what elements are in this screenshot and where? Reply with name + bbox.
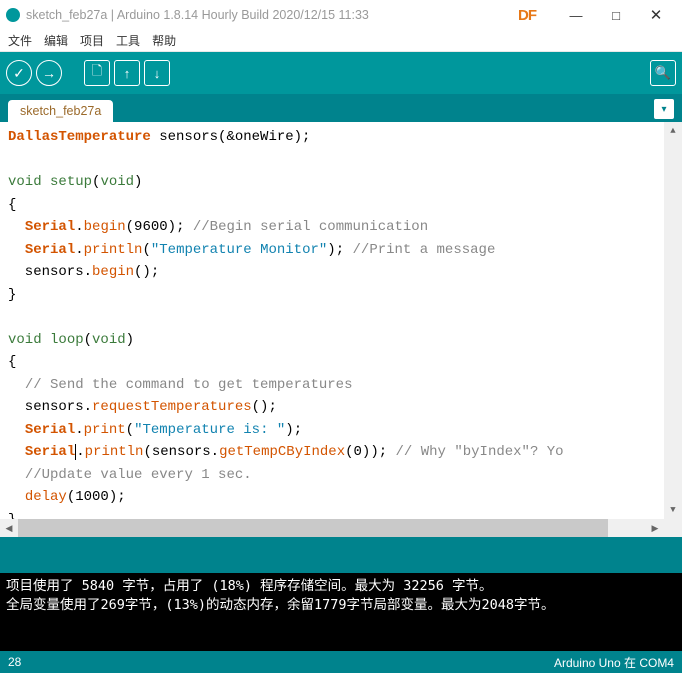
status-bar: 28 Arduino Uno 在 COM4 (0, 651, 682, 673)
editor-area: DallasTemperature sensors(&oneWire); voi… (0, 122, 682, 537)
console-line-1: 项目使用了 5840 字节，占用了 (18%) 程序存储空间。最大为 32256… (6, 578, 493, 594)
tab-dropdown-button[interactable]: ▾ (654, 99, 674, 119)
sketch-tab[interactable]: sketch_feb27a (8, 100, 113, 122)
upload-button[interactable]: → (36, 60, 62, 86)
menu-tools[interactable]: 工具 (112, 30, 144, 51)
editor-vertical-scrollbar[interactable]: ▲ ▼ (664, 122, 682, 519)
serial-monitor-button[interactable]: 🔍 (650, 60, 676, 86)
title-bar: sketch_feb27a | Arduino 1.8.14 Hourly Bu… (0, 0, 682, 30)
console-divider[interactable] (0, 537, 682, 573)
scroll-corner (664, 519, 682, 537)
window-title: sketch_feb27a | Arduino 1.8.14 Hourly Bu… (26, 8, 369, 22)
console-line-2: 全局变量使用了269字节，(13%)的动态内存，余留1779字节局部变量。最大为… (6, 597, 555, 613)
editor-horizontal-scrollbar[interactable]: ◀ ▶ (0, 519, 664, 537)
scroll-thumb[interactable] (18, 519, 608, 537)
scroll-down-icon[interactable]: ▼ (664, 501, 682, 519)
toolbar: ✓ → 🗋 ↑ ↓ 🔍 (0, 52, 682, 94)
verify-button[interactable]: ✓ (6, 60, 32, 86)
sketch-tab-label: sketch_feb27a (20, 104, 101, 118)
scroll-right-icon[interactable]: ▶ (646, 519, 664, 537)
menu-edit[interactable]: 编辑 (40, 30, 72, 51)
scroll-up-icon[interactable]: ▲ (664, 122, 682, 140)
menu-sketch[interactable]: 项目 (76, 30, 108, 51)
menu-bar: 文件 编辑 项目 工具 帮助 (0, 30, 682, 52)
open-button[interactable]: ↑ (114, 60, 140, 86)
output-console[interactable]: 项目使用了 5840 字节，占用了 (18%) 程序存储空间。最大为 32256… (0, 573, 682, 651)
minimize-button[interactable]: — (556, 8, 596, 23)
status-board-port: Arduino Uno 在 COM4 (554, 654, 674, 671)
new-button[interactable]: 🗋 (84, 60, 110, 86)
maximize-button[interactable]: □ (596, 8, 636, 23)
df-overlay-label: DF (518, 7, 536, 24)
app-icon (6, 8, 20, 22)
status-line-number: 28 (8, 655, 21, 669)
close-button[interactable]: ✕ (636, 6, 676, 24)
save-button[interactable]: ↓ (144, 60, 170, 86)
menu-help[interactable]: 帮助 (148, 30, 180, 51)
scroll-left-icon[interactable]: ◀ (0, 519, 18, 537)
tab-bar: sketch_feb27a ▾ (0, 94, 682, 122)
editor-horizontal-scrollbar-row: ◀ ▶ (0, 519, 682, 537)
code-editor[interactable]: DallasTemperature sensors(&oneWire); voi… (0, 122, 682, 519)
menu-file[interactable]: 文件 (4, 30, 36, 51)
